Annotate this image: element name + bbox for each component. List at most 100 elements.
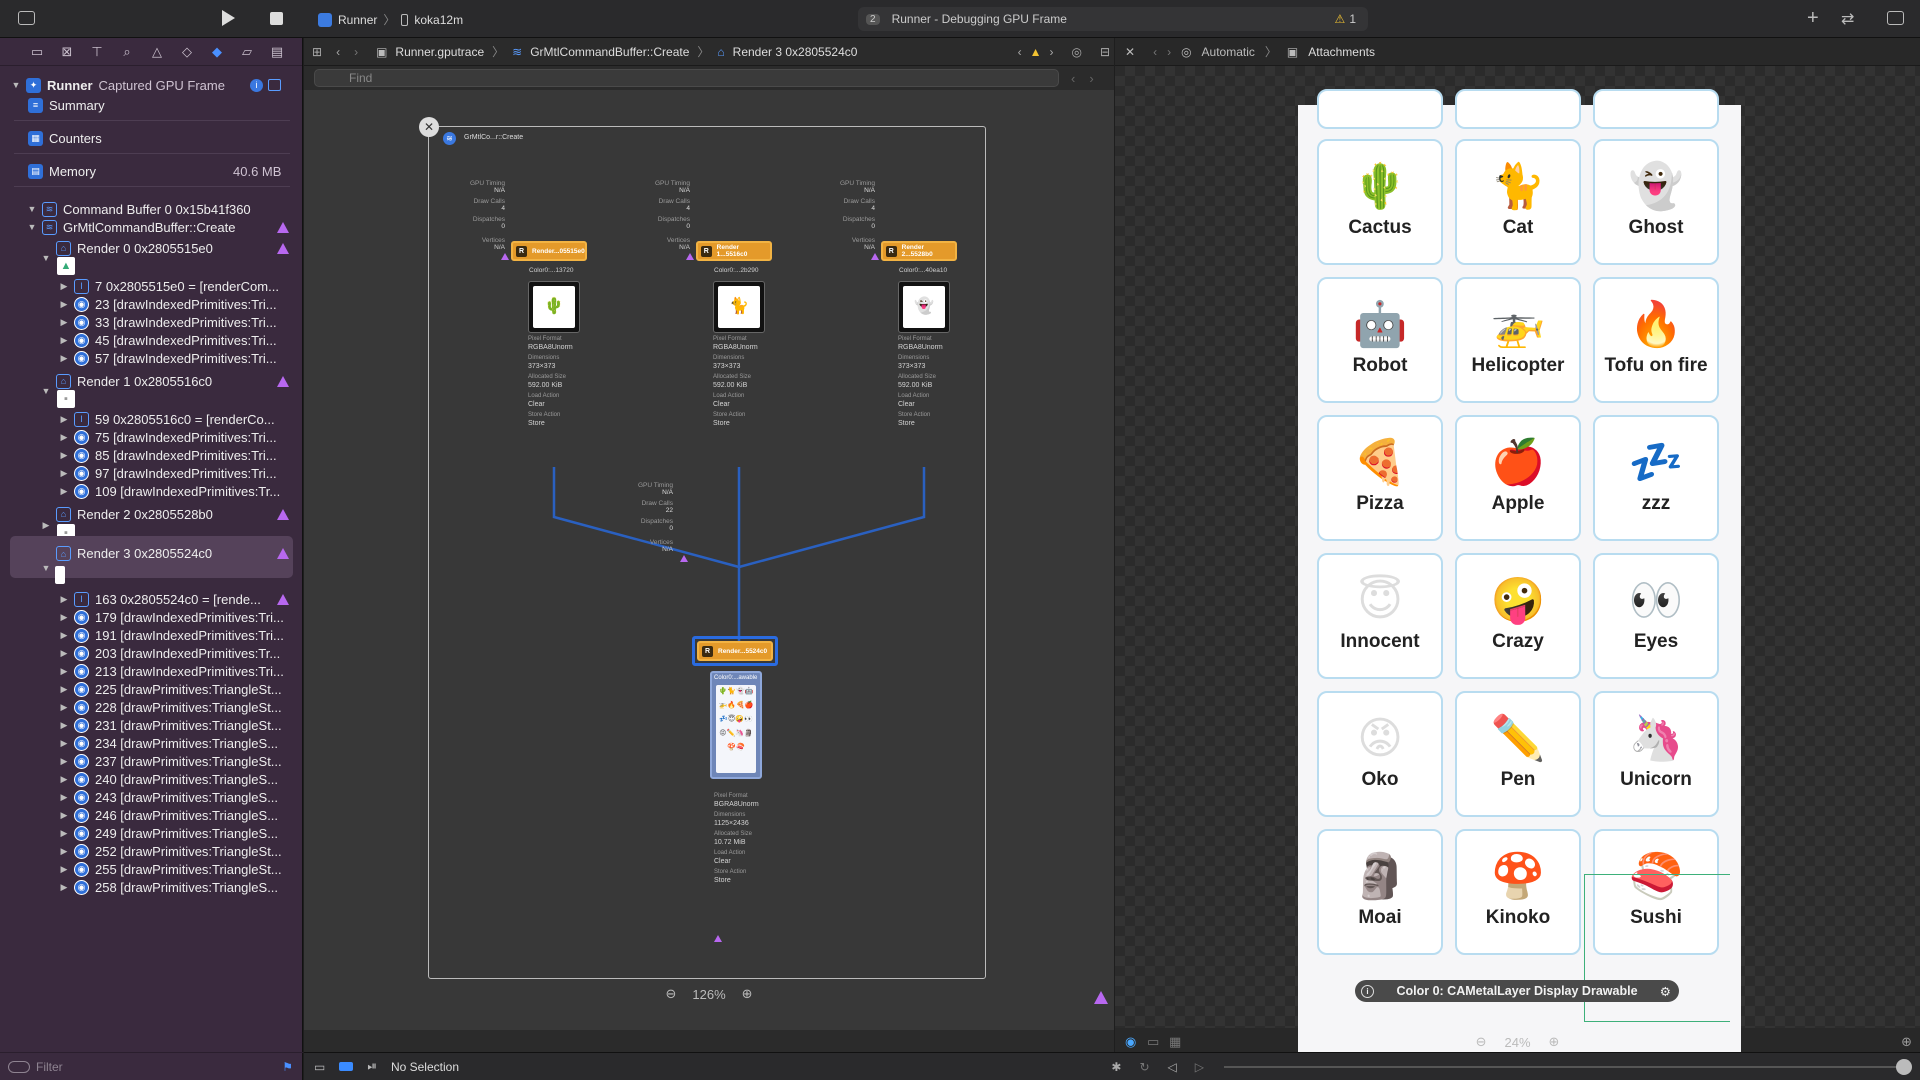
find-field[interactable]: Find xyxy=(314,69,1059,87)
prev-issue-icon[interactable]: ‹ xyxy=(1018,45,1022,59)
warning-icon[interactable] xyxy=(714,935,722,942)
command-row[interactable]: ▶ ◉ 75 [drawIndexedPrimitives:Tri... xyxy=(0,428,303,446)
zoom-out-icon[interactable]: ⊖ xyxy=(665,986,676,1002)
disclosure-right-icon[interactable]: ▶ xyxy=(58,299,70,310)
texture-node[interactable]: 👻 xyxy=(898,281,950,333)
rewind-icon[interactable]: ◁ xyxy=(1168,1060,1177,1074)
warning-icon[interactable] xyxy=(277,508,289,520)
fit-icon[interactable]: ⊕ xyxy=(1901,1034,1912,1050)
command-row[interactable]: ▶ ◉ 228 [drawPrimitives:TriangleSt... xyxy=(0,698,303,716)
command-row[interactable]: ▶ ◉ 33 [drawIndexedPrimitives:Tri... xyxy=(0,313,303,331)
render-pass-node[interactable]: R Render...05515e0 xyxy=(511,241,587,261)
disclosure-right-icon[interactable]: ▶ xyxy=(58,702,70,713)
zoom-in-icon[interactable]: ⊕ xyxy=(1549,1034,1560,1050)
drawable-node[interactable]: Color0:...awable 🌵🐈👻🤖🚁🔥🍕🍎💤😇🤪👀😡✏️🦄🗿🍄🍣 xyxy=(710,671,762,779)
disclosure-right-icon[interactable]: ▶ xyxy=(58,353,70,364)
command-row[interactable]: ▶ ◉ 97 [drawIndexedPrimitives:Tri... xyxy=(0,464,303,482)
report-icon[interactable]: ▤ xyxy=(262,38,292,66)
info-icon[interactable]: i xyxy=(1361,984,1374,998)
view-mode-icon[interactable]: ▭ xyxy=(1147,1034,1159,1050)
encoder-row[interactable]: ▼ ≋ GrMtlCommandBuffer::Create xyxy=(0,216,303,238)
disclosure-right-icon[interactable]: ▶ xyxy=(58,774,70,785)
close-icon[interactable]: ✕ xyxy=(1125,45,1135,59)
texture-node[interactable]: 🌵 xyxy=(528,281,580,333)
texture-thumbnail[interactable] xyxy=(55,566,65,584)
warning-icon[interactable] xyxy=(277,221,289,233)
command-row[interactable]: ▶ ◉ 249 [drawPrimitives:TriangleS... xyxy=(0,824,303,842)
texture-thumbnail[interactable]: ▲ xyxy=(57,257,75,275)
warning-icon[interactable] xyxy=(277,593,289,605)
attachment-caption[interactable]: i Color 0: CAMetalLayer Display Drawable… xyxy=(1355,980,1679,1002)
disclosure-right-icon[interactable]: ▶ xyxy=(58,335,70,346)
split-icon[interactable]: ⊟ xyxy=(1100,45,1110,59)
breakpoints-toggle-icon[interactable] xyxy=(339,1062,354,1071)
breadcrumb-2[interactable]: Render 3 0x2805524c0 xyxy=(733,45,858,59)
grid-icon[interactable]: ⊞ xyxy=(312,45,322,59)
disclosure-right-icon[interactable]: ▶ xyxy=(58,720,70,731)
console-toggle-icon[interactable]: ▭ xyxy=(314,1060,325,1074)
disclosure-right-icon[interactable]: ▶ xyxy=(58,630,70,641)
command-row[interactable]: ▶ I 7 0x2805515e0 = [renderCom... xyxy=(0,277,303,295)
forward-step-icon[interactable]: ▷ xyxy=(1195,1060,1204,1074)
disclosure-right-icon[interactable]: ▶ xyxy=(58,666,70,677)
command-row[interactable]: ▶ ◉ 252 [drawPrimitives:TriangleSt... xyxy=(0,842,303,860)
scheme-selector[interactable]: Runner 〉 koka12m xyxy=(318,11,463,28)
command-row[interactable]: ▶ ◉ 231 [drawPrimitives:TriangleSt... xyxy=(0,716,303,734)
folder-icon[interactable]: ▭ xyxy=(22,38,52,66)
command-row[interactable]: ▶ ◉ 246 [drawPrimitives:TriangleS... xyxy=(0,806,303,824)
channels-icon[interactable]: ▦ xyxy=(1169,1034,1181,1050)
reload-icon[interactable]: ↻ xyxy=(1139,1060,1149,1074)
add-icon[interactable]: + xyxy=(1807,7,1819,30)
crumb-attachments[interactable]: Attachments xyxy=(1308,45,1375,59)
hierarchy-icon[interactable]: ⊤ xyxy=(82,38,112,66)
zoom-in-icon[interactable]: ⊕ xyxy=(742,986,753,1002)
command-row[interactable]: ▶ ◉ 179 [drawIndexedPrimitives:Tri... xyxy=(0,608,303,626)
disclosure-down-icon[interactable]: ▼ xyxy=(26,204,38,214)
texture-node[interactable]: 🐈 xyxy=(713,281,765,333)
source-control-icon[interactable]: ⊠ xyxy=(52,38,82,66)
command-row[interactable]: ▶ I 163 0x2805524c0 = [rende... xyxy=(0,590,303,608)
warning-icon[interactable] xyxy=(871,253,879,260)
disclosure-down-icon[interactable]: ▼ xyxy=(40,563,52,573)
related-icon[interactable]: ◎ xyxy=(1071,45,1081,59)
warning-icon[interactable] xyxy=(680,555,688,562)
disclosure-down-icon[interactable]: ▼ xyxy=(40,386,52,396)
warning-icon[interactable] xyxy=(686,253,694,260)
disclosure-right-icon[interactable]: ▶ xyxy=(58,432,70,443)
disclosure-right-icon[interactable]: ▶ xyxy=(58,882,70,893)
warning-icon[interactable] xyxy=(501,253,509,260)
sidebar-toggle-icon[interactable] xyxy=(18,11,35,25)
command-row[interactable]: ▶ I 59 0x2805516c0 = [renderCo... xyxy=(0,410,303,428)
command-row[interactable]: ▶ ◉ 240 [drawPrimitives:TriangleS... xyxy=(0,770,303,788)
command-row[interactable]: ▶ ◉ 255 [drawPrimitives:TriangleSt... xyxy=(0,860,303,878)
memory-row[interactable]: ▤ Memory 40.6 MB xyxy=(0,160,303,182)
disclosure-right-icon[interactable]: ▶ xyxy=(58,828,70,839)
find-next-icon[interactable]: › xyxy=(1089,71,1093,86)
swap-icon[interactable]: ⇄ xyxy=(1841,9,1854,29)
issue-icon[interactable]: △ xyxy=(142,38,172,66)
warning-icon[interactable]: ▲ xyxy=(1030,45,1042,59)
info-icon[interactable]: i xyxy=(250,78,263,92)
warning-icon[interactable] xyxy=(1094,991,1108,1004)
step-icon[interactable]: ⏯ xyxy=(367,1059,377,1074)
render-pass-node[interactable]: R Render 1...5516c0 xyxy=(696,241,772,261)
back-icon[interactable]: ‹ xyxy=(1153,45,1157,59)
command-row[interactable]: ▶ ◉ 23 [drawIndexedPrimitives:Tri... xyxy=(0,295,303,313)
disclosure-right-icon[interactable]: ▶ xyxy=(58,864,70,875)
disclosure-right-icon[interactable]: ▶ xyxy=(58,792,70,803)
inspector-toggle-icon[interactable] xyxy=(1887,11,1904,25)
filter-options-icon[interactable]: ⚑ xyxy=(282,1060,293,1074)
disclosure-right-icon[interactable]: ▶ xyxy=(58,281,70,292)
bug-icon[interactable]: ✱ xyxy=(1111,1060,1121,1074)
disclosure-right-icon[interactable]: ▶ xyxy=(58,468,70,479)
filter-icon[interactable] xyxy=(8,1060,30,1073)
test-icon[interactable]: ◇ xyxy=(172,38,202,66)
scrubber-track[interactable] xyxy=(1224,1065,1904,1068)
render-3-row[interactable]: ⌂ Render 3 0x2805524c0 xyxy=(10,536,293,578)
color-picker-icon[interactable]: ◉ xyxy=(1125,1034,1136,1050)
render-pass-node[interactable]: R Render...5524c0 xyxy=(697,641,773,661)
command-row[interactable]: ▶ ◉ 237 [drawPrimitives:TriangleSt... xyxy=(0,752,303,770)
stop-icon[interactable] xyxy=(270,12,283,25)
disclosure-right-icon[interactable]: ▶ xyxy=(58,738,70,749)
disclosure-right-icon[interactable]: ▶ xyxy=(40,520,52,531)
